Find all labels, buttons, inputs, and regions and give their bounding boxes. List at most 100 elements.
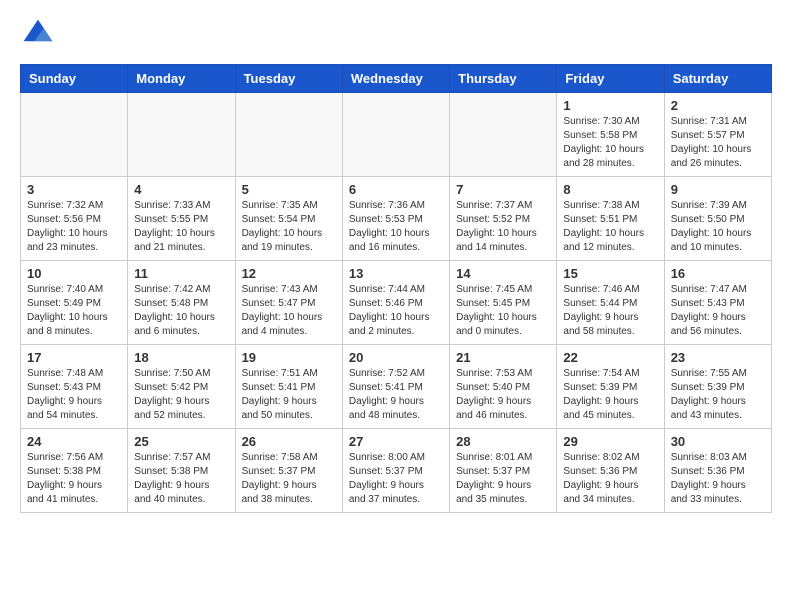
weekday-header-thursday: Thursday xyxy=(450,65,557,93)
day-number: 26 xyxy=(242,434,336,449)
day-number: 27 xyxy=(349,434,443,449)
day-cell-8: 8 Sunrise: 7:38 AM Sunset: 5:51 PM Daylig… xyxy=(557,177,664,261)
day-cell-1: 1 Sunrise: 7:30 AM Sunset: 5:58 PM Daylig… xyxy=(557,93,664,177)
day-info: Sunrise: 7:32 AM Sunset: 5:56 PM Dayligh… xyxy=(27,199,121,255)
day-number: 20 xyxy=(349,350,443,365)
day-info: Sunrise: 7:37 AM Sunset: 5:52 PM Dayligh… xyxy=(456,199,550,255)
day-cell-26: 26 Sunrise: 7:58 AM Sunset: 5:37 PM Dayli… xyxy=(235,429,342,513)
day-cell-25: 25Sunrise: 7:57 AM Sunset: 5:38 PM Dayli… xyxy=(128,429,235,513)
day-number: 21 xyxy=(456,350,550,365)
weekday-row: SundayMondayTuesdayWednesdayThursdayFrid… xyxy=(21,65,772,93)
day-number: 23 xyxy=(671,350,765,365)
day-cell-23: 23 Sunrise: 7:55 AM Sunset: 5:39 PM Dayli… xyxy=(664,345,771,429)
day-cell-29: 29 Sunrise: 8:02 AM Sunset: 5:36 PM Dayli… xyxy=(557,429,664,513)
weekday-header-monday: Monday xyxy=(128,65,235,93)
day-cell-27: 27 Sunrise: 8:00 AM Sunset: 5:37 PM Dayli… xyxy=(342,429,449,513)
logo-icon xyxy=(20,16,56,52)
day-cell-3: 3 Sunrise: 7:32 AM Sunset: 5:56 PM Daylig… xyxy=(21,177,128,261)
day-info: Sunrise: 8:03 AM Sunset: 5:36 PM Dayligh… xyxy=(671,451,765,507)
empty-cell xyxy=(450,93,557,177)
day-cell-2: 2 Sunrise: 7:31 AM Sunset: 5:57 PM Daylig… xyxy=(664,93,771,177)
day-number: 29 xyxy=(563,434,657,449)
day-cell-28: 28Sunrise: 8:01 AM Sunset: 5:37 PM Dayli… xyxy=(450,429,557,513)
day-number: 1 xyxy=(563,98,657,113)
day-info: Sunrise: 7:56 AM Sunset: 5:38 PM Dayligh… xyxy=(27,451,121,507)
day-number: 7 xyxy=(456,182,550,197)
day-cell-13: 13Sunrise: 7:44 AM Sunset: 5:46 PM Dayli… xyxy=(342,261,449,345)
day-cell-30: 30 Sunrise: 8:03 AM Sunset: 5:36 PM Dayli… xyxy=(664,429,771,513)
weekday-header-sunday: Sunday xyxy=(21,65,128,93)
logo xyxy=(20,16,62,52)
day-number: 19 xyxy=(242,350,336,365)
day-number: 12 xyxy=(242,266,336,281)
day-info: Sunrise: 7:47 AM Sunset: 5:43 PM Dayligh… xyxy=(671,283,765,339)
day-number: 28 xyxy=(456,434,550,449)
day-number: 4 xyxy=(134,182,228,197)
day-info: Sunrise: 7:58 AM Sunset: 5:37 PM Dayligh… xyxy=(242,451,336,507)
day-cell-16: 16 Sunrise: 7:47 AM Sunset: 5:43 PM Dayli… xyxy=(664,261,771,345)
day-number: 22 xyxy=(563,350,657,365)
day-number: 8 xyxy=(563,182,657,197)
empty-cell xyxy=(21,93,128,177)
calendar: SundayMondayTuesdayWednesdayThursdayFrid… xyxy=(20,64,772,513)
day-cell-14: 14 Sunrise: 7:45 AM Sunset: 5:45 PM Dayli… xyxy=(450,261,557,345)
day-number: 6 xyxy=(349,182,443,197)
day-cell-18: 18Sunrise: 7:50 AM Sunset: 5:42 PM Dayli… xyxy=(128,345,235,429)
empty-cell xyxy=(235,93,342,177)
day-number: 15 xyxy=(563,266,657,281)
day-cell-20: 20Sunrise: 7:52 AM Sunset: 5:41 PM Dayli… xyxy=(342,345,449,429)
day-cell-22: 22 Sunrise: 7:54 AM Sunset: 5:39 PM Dayli… xyxy=(557,345,664,429)
day-info: Sunrise: 7:54 AM Sunset: 5:39 PM Dayligh… xyxy=(563,367,657,423)
day-cell-17: 17 Sunrise: 7:48 AM Sunset: 5:43 PM Dayli… xyxy=(21,345,128,429)
day-cell-21: 21 Sunrise: 7:53 AM Sunset: 5:40 PM Dayli… xyxy=(450,345,557,429)
day-info: Sunrise: 7:51 AM Sunset: 5:41 PM Dayligh… xyxy=(242,367,336,423)
calendar-body: 1 Sunrise: 7:30 AM Sunset: 5:58 PM Daylig… xyxy=(21,93,772,513)
day-number: 18 xyxy=(134,350,228,365)
day-info: Sunrise: 7:42 AM Sunset: 5:48 PM Dayligh… xyxy=(134,283,228,339)
day-cell-5: 5 Sunrise: 7:35 AM Sunset: 5:54 PM Daylig… xyxy=(235,177,342,261)
day-number: 2 xyxy=(671,98,765,113)
day-number: 11 xyxy=(134,266,228,281)
calendar-header: SundayMondayTuesdayWednesdayThursdayFrid… xyxy=(21,65,772,93)
header xyxy=(20,16,772,52)
day-info: Sunrise: 7:31 AM Sunset: 5:57 PM Dayligh… xyxy=(671,115,765,171)
day-number: 5 xyxy=(242,182,336,197)
week-row-5: 24 Sunrise: 7:56 AM Sunset: 5:38 PM Dayli… xyxy=(21,429,772,513)
day-cell-7: 7 Sunrise: 7:37 AM Sunset: 5:52 PM Daylig… xyxy=(450,177,557,261)
day-info: Sunrise: 7:45 AM Sunset: 5:45 PM Dayligh… xyxy=(456,283,550,339)
day-info: Sunrise: 7:36 AM Sunset: 5:53 PM Dayligh… xyxy=(349,199,443,255)
page: SundayMondayTuesdayWednesdayThursdayFrid… xyxy=(0,0,792,529)
day-number: 14 xyxy=(456,266,550,281)
day-cell-12: 12 Sunrise: 7:43 AM Sunset: 5:47 PM Dayli… xyxy=(235,261,342,345)
day-info: Sunrise: 7:43 AM Sunset: 5:47 PM Dayligh… xyxy=(242,283,336,339)
day-cell-10: 10 Sunrise: 7:40 AM Sunset: 5:49 PM Dayli… xyxy=(21,261,128,345)
day-info: Sunrise: 7:35 AM Sunset: 5:54 PM Dayligh… xyxy=(242,199,336,255)
day-number: 30 xyxy=(671,434,765,449)
day-info: Sunrise: 7:40 AM Sunset: 5:49 PM Dayligh… xyxy=(27,283,121,339)
day-info: Sunrise: 7:55 AM Sunset: 5:39 PM Dayligh… xyxy=(671,367,765,423)
day-number: 13 xyxy=(349,266,443,281)
week-row-4: 17 Sunrise: 7:48 AM Sunset: 5:43 PM Dayli… xyxy=(21,345,772,429)
weekday-header-tuesday: Tuesday xyxy=(235,65,342,93)
day-info: Sunrise: 7:33 AM Sunset: 5:55 PM Dayligh… xyxy=(134,199,228,255)
weekday-header-saturday: Saturday xyxy=(664,65,771,93)
day-number: 17 xyxy=(27,350,121,365)
day-number: 9 xyxy=(671,182,765,197)
day-info: Sunrise: 8:02 AM Sunset: 5:36 PM Dayligh… xyxy=(563,451,657,507)
day-number: 24 xyxy=(27,434,121,449)
day-info: Sunrise: 8:00 AM Sunset: 5:37 PM Dayligh… xyxy=(349,451,443,507)
day-cell-19: 19 Sunrise: 7:51 AM Sunset: 5:41 PM Dayli… xyxy=(235,345,342,429)
day-info: Sunrise: 7:53 AM Sunset: 5:40 PM Dayligh… xyxy=(456,367,550,423)
day-cell-9: 9Sunrise: 7:39 AM Sunset: 5:50 PM Daylig… xyxy=(664,177,771,261)
day-info: Sunrise: 7:48 AM Sunset: 5:43 PM Dayligh… xyxy=(27,367,121,423)
day-cell-6: 6 Sunrise: 7:36 AM Sunset: 5:53 PM Daylig… xyxy=(342,177,449,261)
day-number: 3 xyxy=(27,182,121,197)
day-cell-24: 24 Sunrise: 7:56 AM Sunset: 5:38 PM Dayli… xyxy=(21,429,128,513)
weekday-header-wednesday: Wednesday xyxy=(342,65,449,93)
day-cell-11: 11 Sunrise: 7:42 AM Sunset: 5:48 PM Dayli… xyxy=(128,261,235,345)
day-number: 16 xyxy=(671,266,765,281)
day-info: Sunrise: 7:30 AM Sunset: 5:58 PM Dayligh… xyxy=(563,115,657,171)
day-info: Sunrise: 7:38 AM Sunset: 5:51 PM Dayligh… xyxy=(563,199,657,255)
day-number: 10 xyxy=(27,266,121,281)
empty-cell xyxy=(128,93,235,177)
